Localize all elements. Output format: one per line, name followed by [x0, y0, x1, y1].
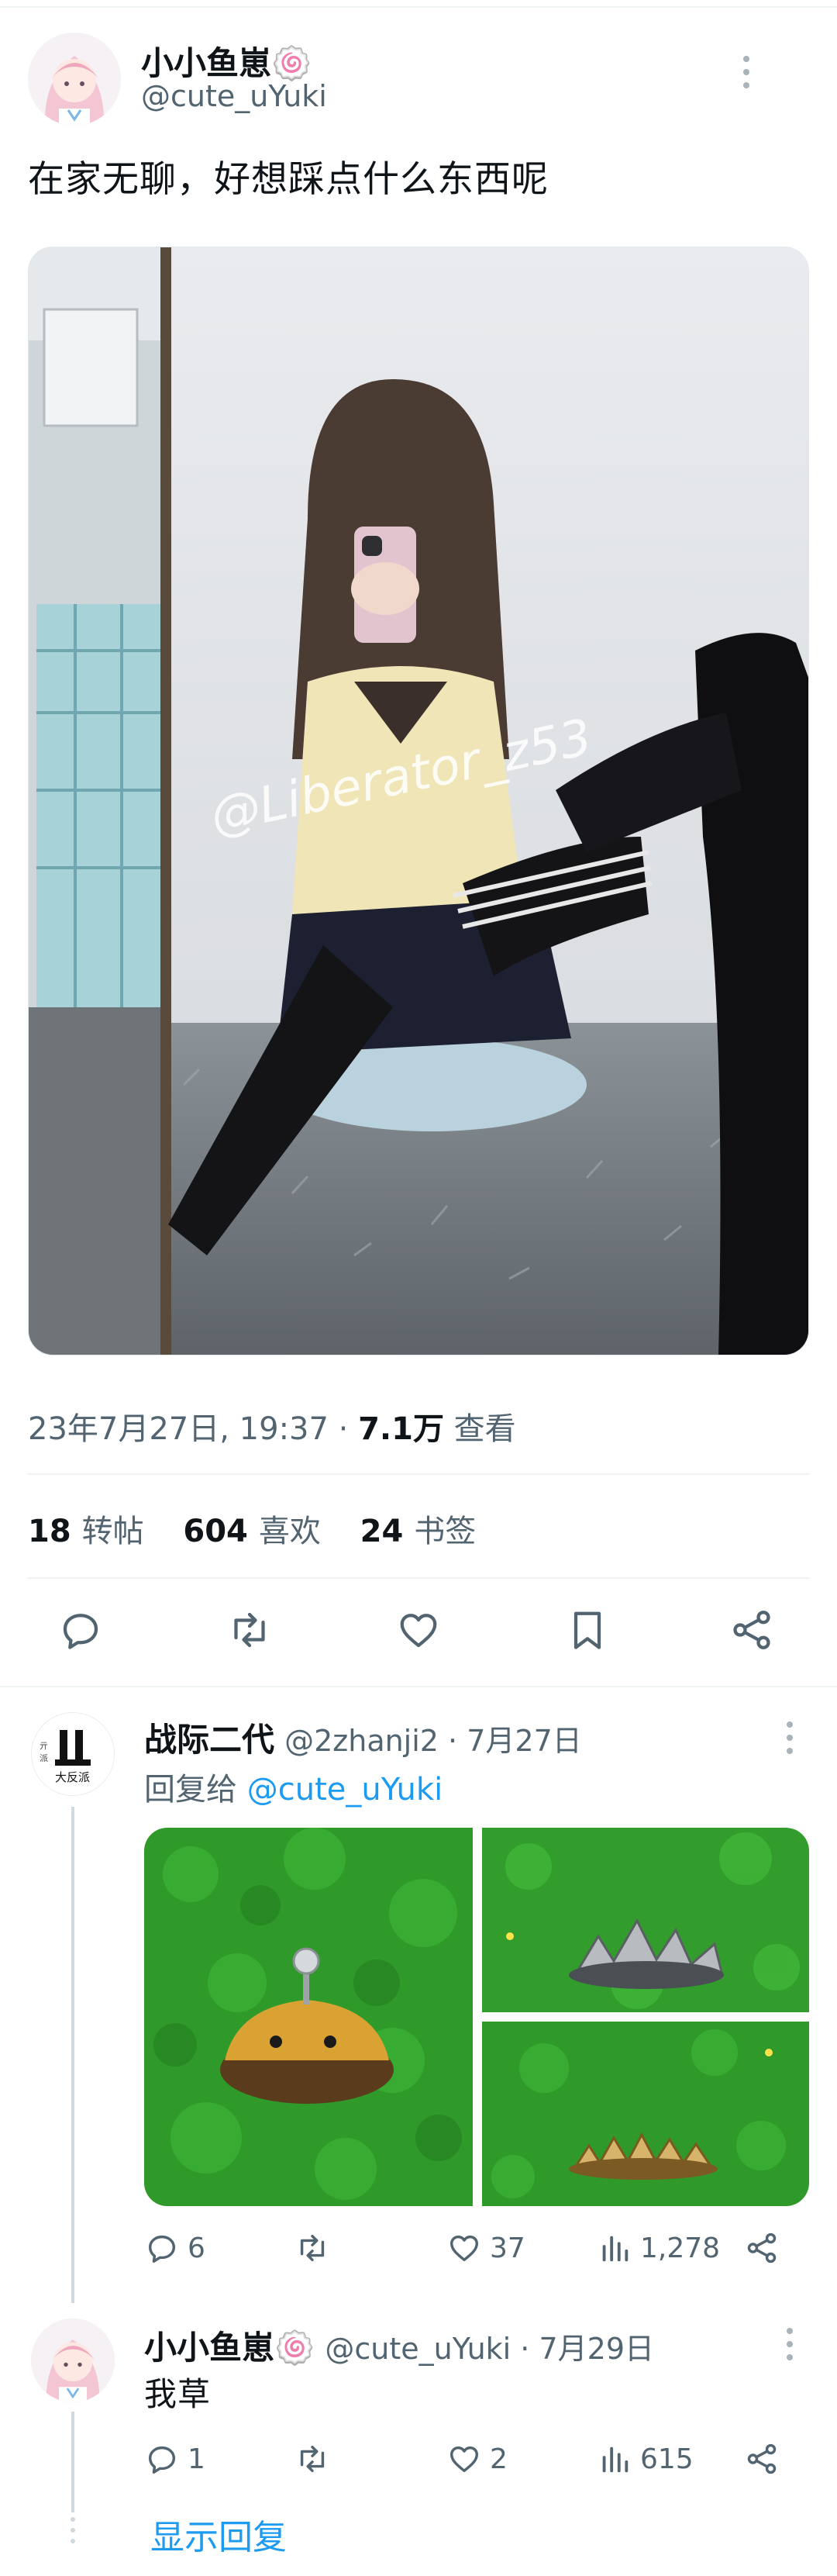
reply-2-retweet-action[interactable]: [294, 2441, 338, 2477]
reply-1-like-count: 37: [490, 2232, 525, 2264]
reply-1-retweet-action[interactable]: [294, 2230, 338, 2266]
retweets-stat[interactable]: 18 转帖: [28, 1506, 144, 1551]
bookmarks-stat[interactable]: 24 书签: [360, 1506, 477, 1551]
reply-1-views-count: 1,278: [640, 2232, 721, 2264]
reply-2-more-icon[interactable]: [784, 2328, 795, 2360]
reply-2-share-action[interactable]: [744, 2441, 780, 2477]
actions-divider: [0, 1686, 837, 1687]
reply-1-header: 战际二代 @2zhanji2 · 7月27日: [144, 1714, 582, 1761]
author-display-name[interactable]: 小小鱼崽🍥: [141, 37, 312, 85]
reply-2-reply-count: 1: [188, 2443, 205, 2475]
media-tile-potato-mine[interactable]: [144, 1828, 473, 2206]
media-tile-spikeweed[interactable]: [482, 2022, 809, 2206]
thread-line-2: [71, 2412, 74, 2512]
reply-1-more-icon[interactable]: [784, 1721, 795, 1754]
reply-1-avatar-text: 大反派: [55, 1770, 90, 1784]
author-handle[interactable]: @cute_uYuki: [141, 79, 327, 113]
retweet-icon[interactable]: [226, 1607, 273, 1653]
reply-2-avatar[interactable]: [31, 2319, 115, 2402]
reply-2-like-action[interactable]: 2: [446, 2441, 508, 2477]
tweet-meta: 23年7月27日, 19:37 · 7.1万 查看: [28, 1404, 516, 1449]
reply-2-display-name[interactable]: 小小鱼崽🍥: [144, 2329, 315, 2367]
reply-1-media-grid: [144, 1828, 809, 2206]
reply-1-handle[interactable]: @2zhanji2 · 7月27日: [284, 1724, 582, 1758]
media-tile-spikerock[interactable]: [482, 1828, 809, 2012]
reply-2-like-count: 2: [490, 2443, 508, 2475]
reply-2-header: 小小鱼崽🍥 @cute_uYuki · 7月29日: [144, 2322, 654, 2369]
top-divider: [0, 6, 837, 8]
share-icon[interactable]: [728, 1607, 775, 1653]
tweet-timestamp[interactable]: 23年7月27日, 19:37 ·: [28, 1411, 358, 1447]
reply-2-views-count: 615: [640, 2443, 694, 2475]
views-count: 7.1万: [358, 1411, 444, 1447]
reply-1-like-action[interactable]: 37: [446, 2230, 525, 2266]
engagement-stats: 18 转帖 604 喜欢 24 书签: [28, 1506, 505, 1551]
more-icon[interactable]: [741, 56, 752, 88]
reply-2-text: 我草: [144, 2375, 212, 2413]
reply-icon[interactable]: [57, 1607, 104, 1653]
author-avatar[interactable]: [28, 33, 121, 126]
thread-more-dots: [68, 2517, 78, 2543]
reply-2-views-action[interactable]: 615: [597, 2441, 694, 2477]
reply-1-mention-link[interactable]: @cute_uYuki: [247, 1772, 443, 1808]
likes-stat[interactable]: 604 喜欢: [183, 1506, 321, 1551]
reply-1-reply-action[interactable]: 6: [144, 2230, 205, 2266]
reply-1-views-action[interactable]: 1,278: [597, 2230, 720, 2266]
tweet-text: 在家无聊，好想踩点什么东西呢: [28, 158, 549, 201]
svg-text:派: 派: [40, 1753, 48, 1763]
tweet-photo[interactable]: @Liberator_z53: [28, 247, 809, 1355]
show-replies-link[interactable]: 显示回复: [150, 2509, 287, 2559]
svg-text:亓: 亓: [40, 1741, 48, 1751]
reply-1-replying-to: 回复给 @cute_uYuki: [144, 1772, 443, 1808]
stats-divider: [28, 1577, 809, 1579]
reply-1-reply-count: 6: [188, 2232, 205, 2264]
reply-1-share-action[interactable]: [744, 2230, 780, 2266]
reply-1-avatar[interactable]: 亓 派 大反派: [31, 1712, 115, 1796]
bookmark-icon[interactable]: [564, 1607, 611, 1653]
like-icon[interactable]: [395, 1607, 442, 1653]
reply-1-display-name[interactable]: 战际二代: [144, 1721, 274, 1759]
reply-2-reply-action[interactable]: 1: [144, 2441, 205, 2477]
reply-2-handle[interactable]: @cute_uYuki · 7月29日: [325, 2332, 654, 2366]
views-label: 查看: [443, 1411, 516, 1447]
meta-divider: [28, 1473, 809, 1475]
thread-line: [71, 1807, 74, 2303]
